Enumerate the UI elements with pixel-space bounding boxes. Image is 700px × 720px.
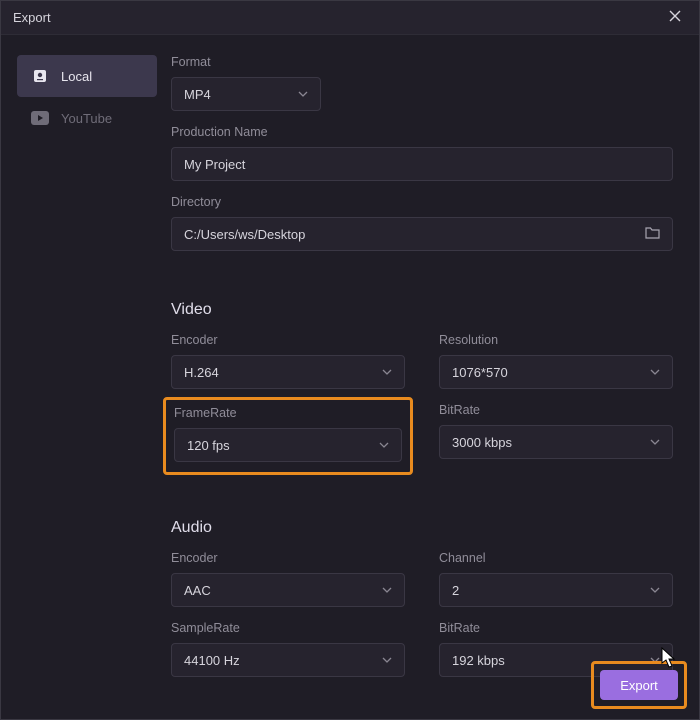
channel-label: Channel xyxy=(439,551,673,565)
audio-encoder-label: Encoder xyxy=(171,551,405,565)
export-highlight: Export xyxy=(591,661,687,709)
footer: Export xyxy=(591,661,687,709)
content: Format MP4 Production Name Directory C:/… xyxy=(157,55,683,691)
video-bitrate-field: BitRate 3000 kbps xyxy=(439,403,673,481)
production-name-label: Production Name xyxy=(171,125,673,139)
chevron-down-icon xyxy=(650,584,660,596)
audio-encoder-select[interactable]: AAC xyxy=(171,573,405,607)
sidebar-item-label: YouTube xyxy=(61,111,112,126)
chevron-down-icon xyxy=(298,88,308,100)
folder-icon[interactable] xyxy=(645,226,660,242)
video-bitrate-label: BitRate xyxy=(439,403,673,417)
window-title: Export xyxy=(13,10,51,25)
sidebar-item-label: Local xyxy=(61,69,92,84)
format-select[interactable]: MP4 xyxy=(171,77,321,111)
video-bitrate-select[interactable]: 3000 kbps xyxy=(439,425,673,459)
export-button[interactable]: Export xyxy=(600,670,678,700)
video-encoder-label: Encoder xyxy=(171,333,405,347)
samplerate-field: SampleRate 44100 Hz xyxy=(171,621,405,677)
resolution-field: Resolution 1076*570 xyxy=(439,333,673,389)
audio-bitrate-label: BitRate xyxy=(439,621,673,635)
titlebar: Export xyxy=(1,1,699,35)
resolution-label: Resolution xyxy=(439,333,673,347)
resolution-select[interactable]: 1076*570 xyxy=(439,355,673,389)
audio-section-title: Audio xyxy=(171,519,673,537)
framerate-field-wrap: FrameRate 120 fps xyxy=(171,403,405,481)
framerate-label: FrameRate xyxy=(174,406,402,420)
framerate-highlight: FrameRate 120 fps xyxy=(163,397,413,475)
video-section-title: Video xyxy=(171,301,673,319)
directory-input[interactable]: C:/Users/ws/Desktop xyxy=(171,217,673,251)
close-icon[interactable] xyxy=(663,9,687,27)
samplerate-select[interactable]: 44100 Hz xyxy=(171,643,405,677)
production-name-input[interactable] xyxy=(171,147,673,181)
video-encoder-select[interactable]: H.264 xyxy=(171,355,405,389)
youtube-icon xyxy=(31,109,49,127)
export-dialog: Export Local YouTube Format xyxy=(0,0,700,720)
format-label: Format xyxy=(171,55,673,69)
production-name-field: Production Name xyxy=(171,125,673,181)
channel-field: Channel 2 xyxy=(439,551,673,607)
device-icon xyxy=(31,67,49,85)
sidebar: Local YouTube xyxy=(17,55,157,691)
audio-encoder-field: Encoder AAC xyxy=(171,551,405,607)
chevron-down-icon xyxy=(650,436,660,448)
directory-field: Directory C:/Users/ws/Desktop xyxy=(171,195,673,251)
chevron-down-icon xyxy=(382,366,392,378)
chevron-down-icon xyxy=(382,654,392,666)
directory-label: Directory xyxy=(171,195,673,209)
channel-select[interactable]: 2 xyxy=(439,573,673,607)
framerate-select[interactable]: 120 fps xyxy=(174,428,402,462)
chevron-down-icon xyxy=(650,366,660,378)
samplerate-label: SampleRate xyxy=(171,621,405,635)
sidebar-item-youtube[interactable]: YouTube xyxy=(17,97,157,139)
video-encoder-field: Encoder H.264 xyxy=(171,333,405,389)
sidebar-item-local[interactable]: Local xyxy=(17,55,157,97)
format-field: Format MP4 xyxy=(171,55,673,111)
chevron-down-icon xyxy=(382,584,392,596)
chevron-down-icon xyxy=(379,439,389,451)
